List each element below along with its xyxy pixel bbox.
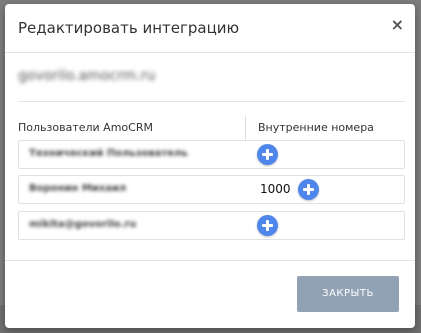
user-row: Воронин Михаил 1000 — [18, 175, 405, 204]
user-row: mikita@govorilo.ru — [18, 211, 405, 240]
column-header-users: Пользователи AmoCRM — [18, 121, 153, 134]
footer-divider — [5, 260, 415, 261]
extension-number[interactable]: 1000 — [257, 180, 294, 198]
user-row: Технический Пользователь — [18, 140, 405, 169]
divider — [18, 101, 405, 102]
close-icon[interactable]: × — [391, 17, 404, 33]
integration-domain: govorilo.amocrm.ru — [18, 68, 156, 84]
column-separator — [245, 116, 246, 140]
user-name: Воронин Михаил — [29, 183, 127, 194]
modal-title: Редактировать интеграцию — [18, 19, 240, 37]
user-name: mikita@govorilo.ru — [29, 219, 137, 230]
edit-integration-modal: Редактировать интеграцию × govorilo.amoc… — [5, 4, 415, 328]
column-header-numbers: Внутренние номера — [258, 121, 374, 134]
add-number-icon[interactable] — [257, 144, 278, 165]
add-number-icon[interactable] — [298, 179, 319, 200]
user-name: Технический Пользователь — [29, 148, 188, 159]
add-number-icon[interactable] — [257, 215, 278, 236]
modal-header: Редактировать интеграцию × — [5, 4, 415, 53]
close-button[interactable]: ЗАКРЫТЬ — [297, 276, 399, 312]
